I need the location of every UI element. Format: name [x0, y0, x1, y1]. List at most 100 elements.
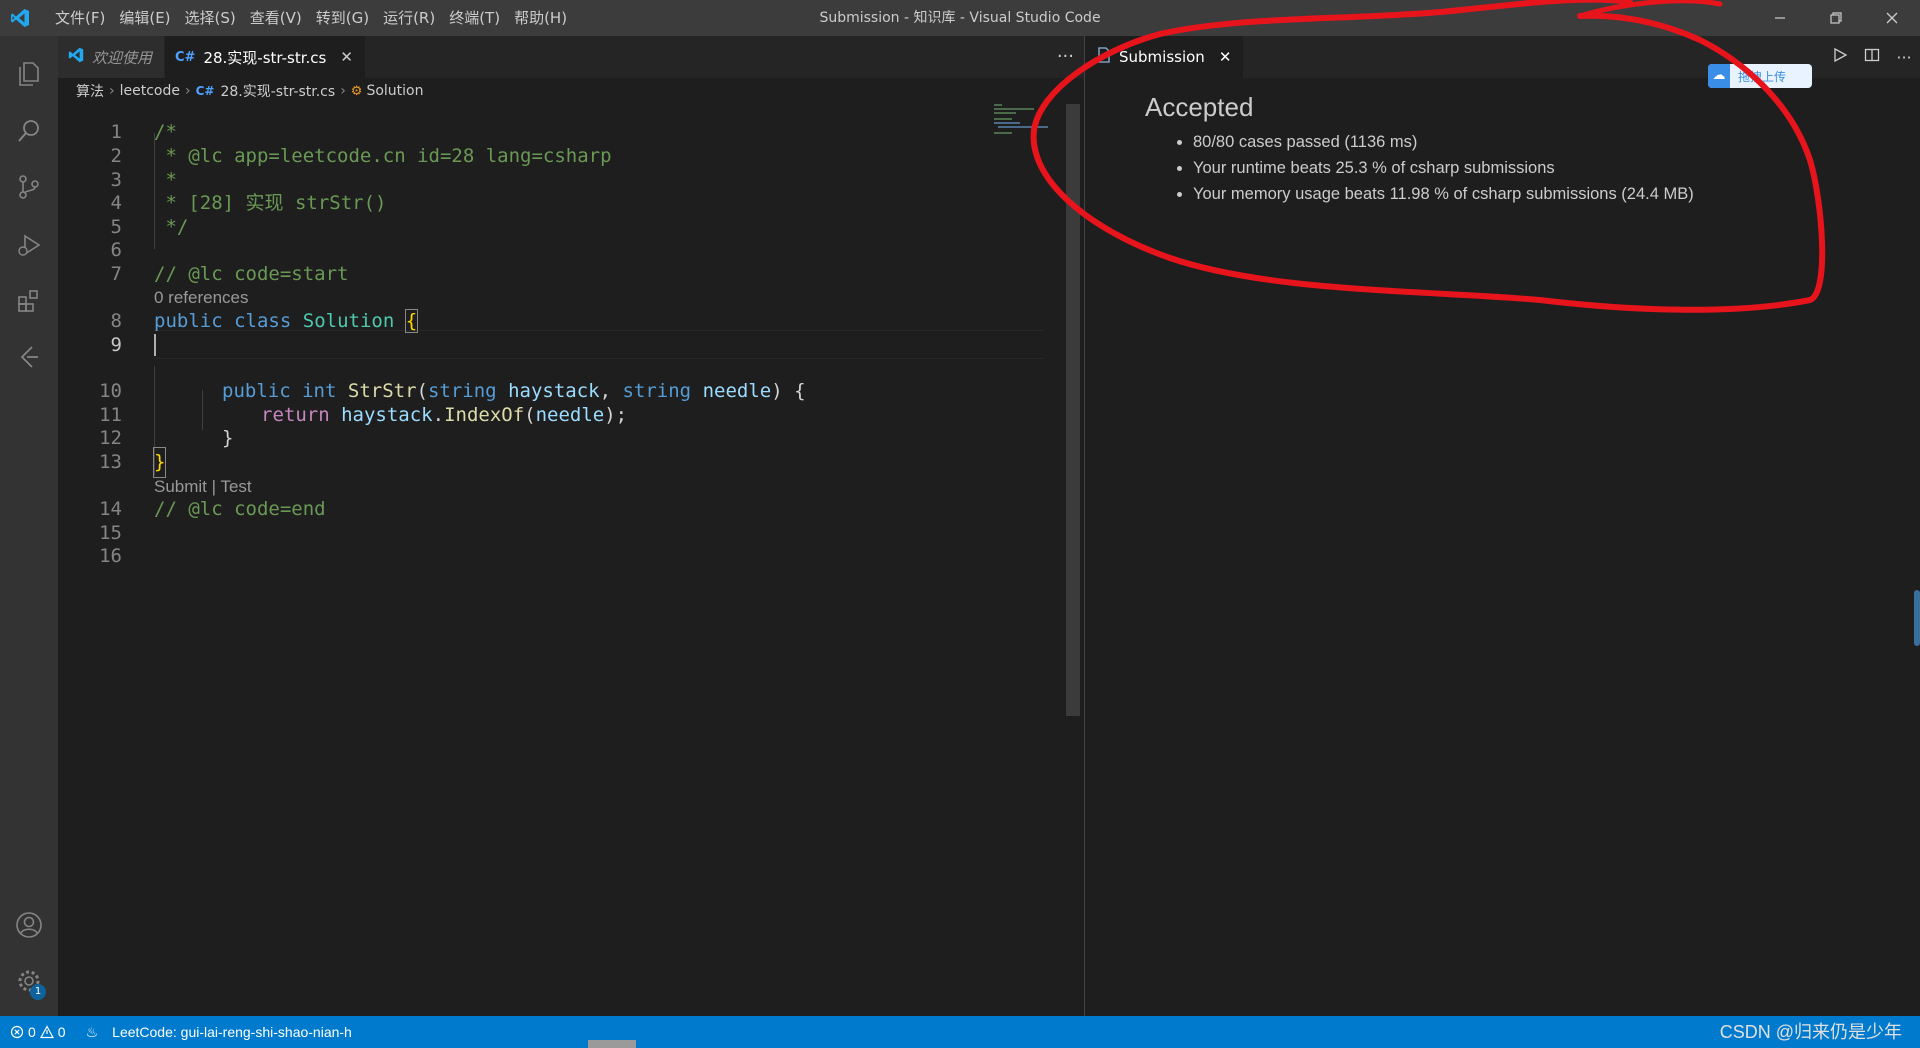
problems-indicator[interactable]: 0 0: [0, 1024, 76, 1040]
indent-guide: [202, 390, 203, 430]
line-number: 7: [110, 263, 122, 285]
minimap-line: [994, 118, 1012, 120]
more-icon[interactable]: ···: [1888, 48, 1920, 67]
warning-count: 0: [57, 1024, 66, 1040]
tab-28-str-str[interactable]: C# 28.实现-str-str.cs ✕: [165, 36, 366, 78]
error-icon: [10, 1025, 24, 1039]
keyword: class: [234, 310, 292, 332]
left-editor-group: 欢迎使用 C# 28.实现-str-str.cs ✕ ··· 算法 › leet…: [58, 36, 1084, 1016]
side-scroll-handle[interactable]: [1914, 590, 1920, 646]
text-cursor: [154, 334, 156, 356]
activity-bar: 1: [0, 36, 58, 1016]
dot: .: [432, 404, 445, 426]
minimap-line: [994, 122, 1020, 124]
status-bar: 0 0 ♨ LeetCode: gui-lai-reng-shi-shao-ni…: [0, 1016, 1920, 1048]
close-tab-icon[interactable]: ✕: [1219, 48, 1232, 66]
extensions-icon[interactable]: [0, 274, 58, 328]
tab-submission-label: Submission: [1119, 48, 1205, 66]
keyword: public: [154, 310, 223, 332]
preview-file-icon: [1097, 47, 1111, 67]
menu-bar: 文件(F) 编辑(E) 选择(S) 查看(V) 转到(G) 运行(R) 终端(T…: [48, 0, 574, 36]
leetcode-icon[interactable]: [0, 330, 58, 384]
menu-run[interactable]: 运行(R): [376, 0, 442, 36]
tab-welcome[interactable]: 欢迎使用: [58, 36, 166, 78]
menu-view[interactable]: 查看(V): [243, 0, 309, 36]
restore-button[interactable]: [1808, 0, 1864, 36]
keyword: int: [302, 380, 337, 402]
code-text: * @lc app=leetcode.cn id=28 lang=csharp: [154, 145, 612, 167]
tab-welcome-label: 欢迎使用: [92, 48, 153, 67]
minimap[interactable]: [992, 102, 1056, 142]
run-debug-icon[interactable]: [0, 218, 58, 272]
flame-icon: ♨: [85, 1023, 99, 1040]
comma: ,: [599, 380, 612, 402]
list-item: 80/80 cases passed (1136 ms): [1193, 129, 1694, 155]
menu-terminal[interactable]: 终端(T): [442, 0, 507, 36]
breadcrumb-file[interactable]: 28.实现-str-str.cs: [220, 81, 335, 101]
menu-edit[interactable]: 编辑(E): [112, 0, 177, 36]
paren: ) {: [771, 380, 806, 402]
variable: haystack: [341, 404, 433, 426]
code-text: // @lc code=end: [154, 498, 326, 520]
line-number: 13: [99, 451, 122, 473]
settings-badge: 1: [30, 984, 46, 1000]
breadcrumb-folder-algorithms[interactable]: 算法: [76, 81, 104, 101]
keyword: string: [427, 380, 497, 402]
code-text: * [28] 实现 strStr(): [154, 192, 387, 214]
minimize-button[interactable]: [1752, 0, 1808, 36]
keyword: string: [622, 380, 692, 402]
paren: (: [416, 380, 428, 402]
search-icon[interactable]: [0, 104, 58, 158]
menu-help[interactable]: 帮助(H): [507, 0, 574, 36]
leetcode-status[interactable]: ♨ LeetCode: gui-lai-reng-shi-shao-nian-h: [76, 1024, 362, 1041]
close-tab-icon[interactable]: ✕: [340, 48, 353, 66]
parameter: needle: [702, 380, 772, 402]
breadcrumb-symbol[interactable]: Solution: [366, 83, 423, 99]
split-editor-icon[interactable]: [1856, 47, 1888, 67]
code-text: }: [152, 447, 167, 478]
csharp-file-icon: C#: [195, 84, 215, 98]
breadcrumb: 算法 › leetcode › C# 28.实现-str-str.cs › ⚙ …: [58, 78, 1058, 104]
account-icon[interactable]: [0, 898, 58, 952]
minimap-line: [994, 104, 1002, 106]
result-title: Accepted: [1145, 92, 1254, 122]
editor-actions: ···: [1824, 36, 1920, 78]
source-control-icon[interactable]: [0, 160, 58, 214]
line-number: 9: [110, 334, 122, 356]
leetcode-user: LeetCode: gui-lai-reng-shi-shao-nian-h: [112, 1024, 352, 1040]
keyword: public: [222, 380, 291, 402]
run-icon[interactable]: [1824, 47, 1856, 67]
breadcrumb-folder-leetcode[interactable]: leetcode: [120, 83, 180, 99]
minimize-icon: [1775, 17, 1785, 19]
title-bar: 文件(F) 编辑(E) 选择(S) 查看(V) 转到(G) 运行(R) 终端(T…: [0, 0, 1920, 36]
submission-result: Accepted 80/80 cases passed (1136 ms) Yo…: [1145, 92, 1694, 207]
upload-cloud-icon: ☁: [1708, 64, 1730, 88]
warning-icon: [39, 1025, 54, 1039]
code-text: */: [154, 216, 189, 238]
result-list: 80/80 cases passed (1136 ms) Your runtim…: [1145, 129, 1694, 207]
settings-gear-icon[interactable]: 1: [0, 954, 58, 1008]
code-editor[interactable]: 1/* 2 * @lc app=leetcode.cn id=28 lang=c…: [58, 104, 1058, 1004]
class-symbol-icon: ⚙: [350, 83, 363, 99]
tab-submission[interactable]: Submission ✕: [1085, 36, 1244, 78]
paren: (: [524, 404, 536, 426]
minimap-line: [994, 132, 1012, 134]
paren: );: [604, 404, 628, 426]
line-number: 16: [99, 545, 122, 567]
more-actions-icon[interactable]: ···: [1057, 36, 1074, 78]
menu-go[interactable]: 转到(G): [309, 0, 376, 36]
files-icon[interactable]: [0, 46, 58, 100]
editor-scrollbar[interactable]: [1066, 104, 1080, 716]
scroll-thumb[interactable]: [588, 1040, 636, 1048]
menu-selection[interactable]: 选择(S): [178, 0, 243, 36]
error-count: 0: [28, 1024, 36, 1040]
close-icon: [1886, 12, 1898, 24]
drag-upload-button[interactable]: ☁ 拖拽上传: [1708, 64, 1812, 88]
editor-tab-bar: 欢迎使用 C# 28.实现-str-str.cs ✕ ···: [58, 36, 1084, 78]
restore-icon: [1830, 12, 1842, 24]
tab-file-label: 28.实现-str-str.cs: [203, 48, 327, 67]
close-window-button[interactable]: [1864, 0, 1920, 36]
upload-label: 拖拽上传: [1738, 69, 1787, 84]
class-name: Solution: [302, 310, 395, 332]
menu-file[interactable]: 文件(F): [48, 0, 112, 36]
